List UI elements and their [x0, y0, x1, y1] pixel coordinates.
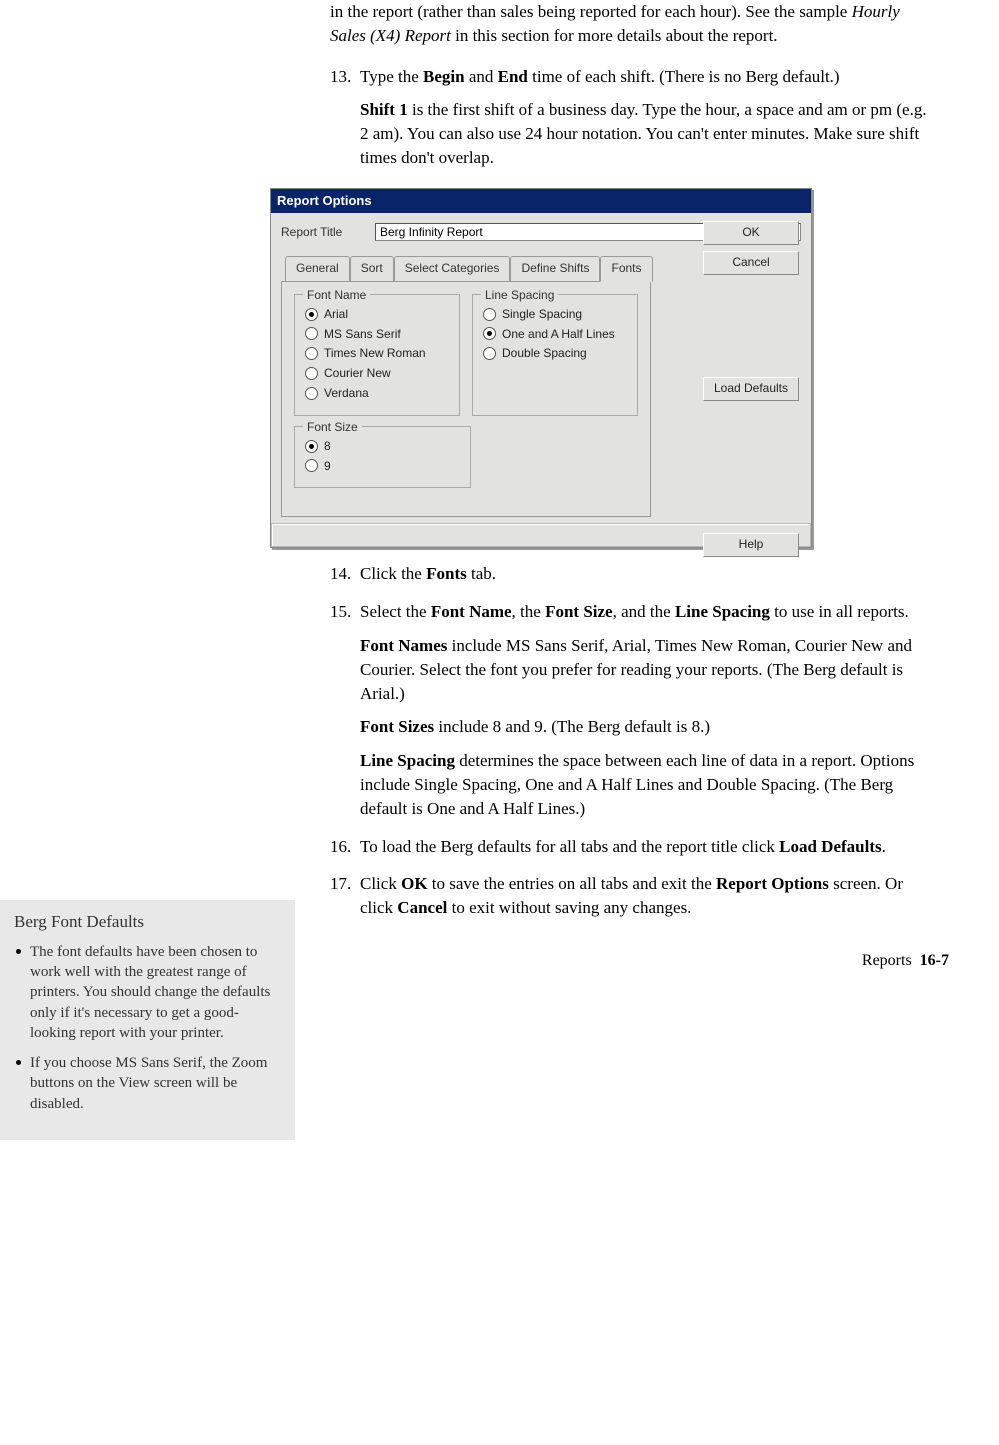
- help-button[interactable]: Help: [703, 533, 799, 557]
- radio-label: Courier New: [324, 365, 391, 382]
- text: Click the: [360, 564, 426, 583]
- radio-icon: [483, 327, 496, 340]
- radio-icon: [305, 440, 318, 453]
- radio-label: Arial: [324, 306, 348, 323]
- tab-strip: General Sort Select Categories Define Sh…: [281, 255, 653, 281]
- bold-term: Shift 1: [360, 100, 408, 119]
- step-number: 16.: [330, 835, 351, 859]
- radio-label: 8: [324, 438, 331, 455]
- sidebar-title: Berg Font Defaults: [14, 910, 281, 934]
- text: in the report (rather than sales being r…: [330, 2, 852, 21]
- text: , the: [512, 602, 546, 621]
- text: include 8 and 9. (The Berg default is 8.…: [434, 717, 710, 736]
- tab-general[interactable]: General: [285, 256, 350, 282]
- radio-arial[interactable]: Arial: [305, 306, 449, 323]
- bold-term: Cancel: [397, 898, 447, 917]
- text: tab.: [467, 564, 496, 583]
- ok-button[interactable]: OK: [703, 221, 799, 245]
- group-legend: Font Size: [303, 419, 362, 436]
- group-legend: Font Name: [303, 287, 370, 304]
- radio-double[interactable]: Double Spacing: [483, 345, 627, 362]
- radio-size-8[interactable]: 8: [305, 438, 460, 455]
- bold-term: Font Names: [360, 636, 447, 655]
- step-15: 15. Select the Font Name, the Font Size,…: [330, 600, 930, 820]
- radio-mssans[interactable]: MS Sans Serif: [305, 326, 449, 343]
- radio-icon: [305, 327, 318, 340]
- cancel-button[interactable]: Cancel: [703, 251, 799, 275]
- radio-label: Verdana: [324, 385, 369, 402]
- radio-icon: [483, 308, 496, 321]
- text: is the first shift of a business day. Ty…: [360, 100, 927, 167]
- report-title-label: Report Title: [281, 224, 361, 241]
- radio-label: 9: [324, 458, 331, 475]
- radio-times[interactable]: Times New Roman: [305, 345, 449, 362]
- step-16: 16. To load the Berg defaults for all ta…: [330, 835, 930, 859]
- fonts-tab-panel: Font Name Arial MS Sans Serif Times New …: [281, 281, 651, 518]
- bold-term: Line Spacing: [675, 602, 770, 621]
- radio-icon: [305, 387, 318, 400]
- sidebar-bullet: If you choose MS Sans Serif, the Zoom bu…: [14, 1053, 281, 1114]
- paragraph-continuation: in the report (rather than sales being r…: [330, 0, 930, 48]
- bold-term: End: [498, 67, 528, 86]
- text: time of each shift. (There is no Berg de…: [528, 67, 840, 86]
- step-number: 14.: [330, 562, 351, 586]
- bold-term: Font Sizes: [360, 717, 434, 736]
- bold-term: Font Name: [431, 602, 512, 621]
- report-options-dialog: Report Options Report Title General Sort…: [270, 188, 812, 549]
- sidebar-tip: Berg Font Defaults The font defaults hav…: [0, 900, 295, 1140]
- text: in this section for more details about t…: [451, 26, 778, 45]
- footer-page-number: 16-7: [920, 952, 949, 969]
- text: to save the entries on all tabs and exit…: [428, 874, 716, 893]
- radio-icon: [483, 347, 496, 360]
- radio-label: Double Spacing: [502, 345, 587, 362]
- bold-term: OK: [401, 874, 427, 893]
- text: to use in all reports.: [770, 602, 909, 621]
- bold-term: Load Defaults: [779, 837, 881, 856]
- line-spacing-group: Line Spacing Single Spacing One and A Ha…: [472, 294, 638, 416]
- sidebar-bullet: The font defaults have been chosen to wo…: [14, 942, 281, 1043]
- text: Select the: [360, 602, 431, 621]
- step-17: 17. Click OK to save the entries on all …: [330, 872, 930, 920]
- radio-verdana[interactable]: Verdana: [305, 385, 449, 402]
- dialog-titlebar: Report Options: [271, 189, 811, 213]
- step-number: 13.: [330, 65, 351, 89]
- text: to exit without saving any changes.: [447, 898, 691, 917]
- radio-icon: [305, 347, 318, 360]
- load-defaults-button[interactable]: Load Defaults: [703, 377, 799, 401]
- step-number: 15.: [330, 600, 351, 624]
- footer-section: Reports: [862, 952, 912, 969]
- step-13: 13. Type the Begin and End time of each …: [330, 65, 930, 170]
- text: .: [882, 837, 886, 856]
- text: To load the Berg defaults for all tabs a…: [360, 837, 779, 856]
- tab-select-categories[interactable]: Select Categories: [394, 256, 511, 282]
- group-legend: Line Spacing: [481, 287, 558, 304]
- radio-label: Single Spacing: [502, 306, 582, 323]
- bold-term: Report Options: [716, 874, 829, 893]
- bold-term: Font Size: [545, 602, 613, 621]
- tab-sort[interactable]: Sort: [350, 256, 394, 282]
- tab-define-shifts[interactable]: Define Shifts: [510, 256, 600, 282]
- tab-fonts[interactable]: Fonts: [600, 256, 652, 282]
- radio-onehalf[interactable]: One and A Half Lines: [483, 326, 627, 343]
- step-14: 14. Click the Fonts tab.: [330, 562, 930, 586]
- bold-term: Fonts: [426, 564, 467, 583]
- text: and: [465, 67, 498, 86]
- step-number: 17.: [330, 872, 351, 896]
- radio-courier[interactable]: Courier New: [305, 365, 449, 382]
- font-name-group: Font Name Arial MS Sans Serif Times New …: [294, 294, 460, 416]
- text: , and the: [613, 602, 675, 621]
- bold-term: Begin: [423, 67, 465, 86]
- radio-label: One and A Half Lines: [502, 326, 615, 343]
- radio-icon: [305, 367, 318, 380]
- bold-term: Line Spacing: [360, 751, 455, 770]
- radio-label: MS Sans Serif: [324, 326, 401, 343]
- radio-icon: [305, 308, 318, 321]
- font-size-group: Font Size 8 9: [294, 426, 471, 489]
- radio-icon: [305, 459, 318, 472]
- text: Click: [360, 874, 401, 893]
- radio-label: Times New Roman: [324, 345, 426, 362]
- text: Type the: [360, 67, 423, 86]
- radio-single[interactable]: Single Spacing: [483, 306, 627, 323]
- radio-size-9[interactable]: 9: [305, 458, 460, 475]
